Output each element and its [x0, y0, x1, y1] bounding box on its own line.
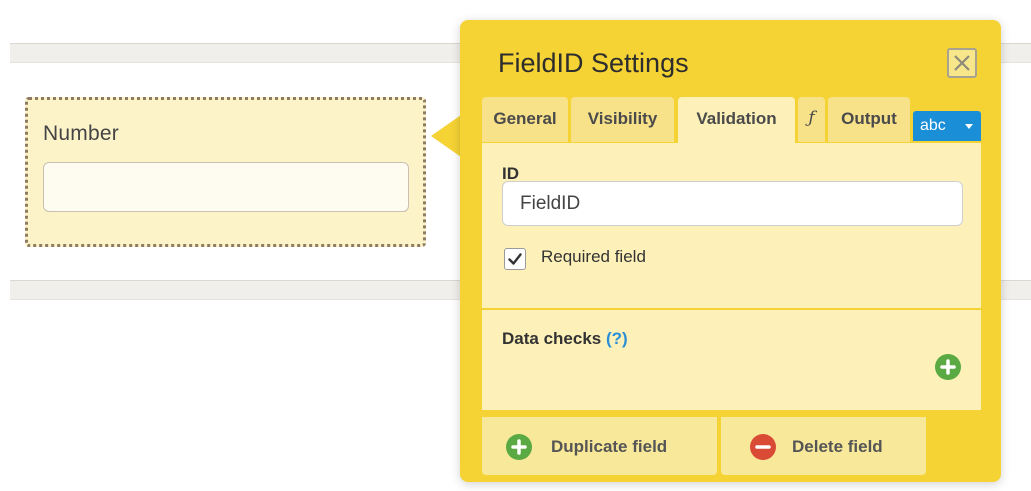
- panel-title: FieldID Settings: [498, 48, 689, 78]
- close-icon: [954, 55, 970, 71]
- tab-output[interactable]: Output: [828, 97, 910, 142]
- delete-field-label: Delete field: [792, 437, 883, 456]
- minus-icon: [750, 434, 776, 460]
- plus-icon: [506, 434, 532, 460]
- duplicate-field-button[interactable]: Duplicate field: [482, 417, 717, 475]
- validation-section: ID Required field: [482, 143, 981, 308]
- plus-icon: [940, 359, 956, 375]
- close-button[interactable]: [947, 48, 977, 78]
- tab-visibility[interactable]: Visibility: [571, 97, 674, 142]
- tab-general[interactable]: General: [482, 97, 568, 142]
- popover-pointer: [431, 115, 461, 157]
- data-checks-section: Data checks (?): [482, 310, 981, 410]
- chevron-down-icon: [965, 124, 973, 129]
- delete-field-button[interactable]: Delete field: [721, 417, 926, 475]
- field-label: Number: [43, 122, 119, 145]
- field-settings-panel: FieldID Settings General Visibility Vali…: [460, 20, 1001, 482]
- tab-formula[interactable]: ƒ: [798, 97, 825, 142]
- data-checks-heading: Data checks (?): [502, 329, 628, 349]
- field-type-label: abc: [920, 117, 946, 134]
- data-checks-label: Data checks: [502, 329, 602, 348]
- required-checkbox[interactable]: [504, 248, 526, 270]
- number-field-preview[interactable]: [43, 162, 409, 212]
- checkmark-icon: [508, 253, 522, 265]
- required-label[interactable]: Required field: [541, 247, 646, 267]
- add-data-check-button[interactable]: [935, 354, 961, 380]
- data-checks-help-link[interactable]: (?): [606, 329, 628, 348]
- duplicate-field-label: Duplicate field: [551, 437, 668, 456]
- id-input[interactable]: [502, 181, 963, 226]
- field-type-dropdown[interactable]: abc: [913, 111, 981, 141]
- tab-validation[interactable]: Validation: [678, 97, 795, 143]
- selected-form-field[interactable]: Number: [25, 97, 426, 247]
